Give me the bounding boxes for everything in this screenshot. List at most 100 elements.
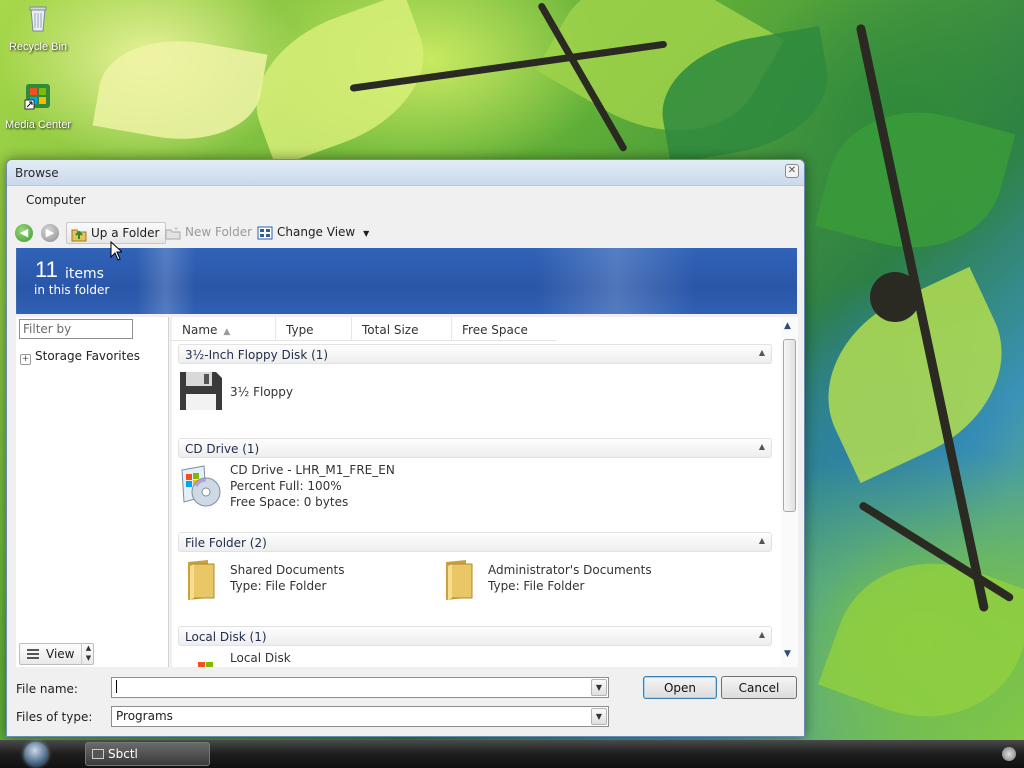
list-item-shared-documents[interactable]: Shared Documents Type: File Folder: [178, 556, 418, 604]
group-header[interactable]: Local Disk (1) ▲: [178, 626, 772, 646]
column-header-label: Total Size: [362, 323, 419, 337]
column-header-label: Name: [182, 323, 218, 337]
file-name-label: File name:: [16, 682, 78, 696]
chevron-down-icon[interactable]: ▼: [591, 708, 607, 725]
scroll-up-icon[interactable]: ▲: [784, 321, 791, 331]
list-item-local-disk[interactable]: Local Disk: [178, 650, 378, 667]
column-header-name[interactable]: Name ▲: [172, 317, 276, 341]
files-of-type-label: Files of type:: [16, 710, 93, 724]
file-name-input[interactable]: ▼: [111, 677, 609, 698]
new-folder-icon: [165, 226, 181, 240]
column-header-total-size[interactable]: Total Size: [352, 317, 452, 341]
banner-sheen: [536, 248, 696, 314]
list-item-floppy[interactable]: 3½ Floppy: [178, 368, 378, 416]
group-header[interactable]: File Folder (2) ▲: [178, 532, 772, 552]
media-center-icon: [24, 84, 50, 110]
folder-summary-banner: 11 items in this folder: [16, 248, 797, 314]
chevron-down-icon[interactable]: ▼: [591, 679, 607, 696]
expand-icon[interactable]: +: [20, 354, 31, 365]
new-folder-label: New Folder: [185, 225, 253, 239]
text-caret: [116, 680, 117, 693]
breadcrumb[interactable]: Computer: [26, 193, 86, 207]
group-header[interactable]: 3½-Inch Floppy Disk (1) ▲: [178, 344, 772, 364]
vertical-scrollbar[interactable]: ▲ ▼: [781, 317, 798, 667]
cd-drive-icon: [181, 465, 221, 507]
wallpaper-leaf: [818, 534, 1024, 746]
list-item-administrators-documents[interactable]: Administrator's Documents Type: File Fol…: [436, 556, 676, 604]
list-item-cd-drive[interactable]: CD Drive - LHR_M1_FRE_EN Percent Full: 1…: [178, 462, 478, 512]
column-header-free-space[interactable]: Free Space: [452, 317, 556, 341]
item-name: CD Drive - LHR_M1_FRE_EN: [230, 463, 395, 477]
up-a-folder-label: Up a Folder: [91, 226, 160, 240]
wallpaper-leaf: [814, 90, 1016, 270]
navigation-pane: Filter by + Storage Favorites View ▲ ▼: [16, 317, 169, 667]
folder-up-icon: [71, 229, 87, 242]
media-center-desktop-icon[interactable]: Media Center: [0, 80, 76, 131]
browse-dialog: Browse ✕ Computer ◀ ▶ Up a Folder New Fo…: [6, 159, 805, 737]
view-button[interactable]: View ▲ ▼: [19, 643, 94, 665]
view-button-label: View: [46, 647, 75, 661]
floppy-disk-icon: [180, 372, 222, 410]
collapse-icon[interactable]: ▲: [759, 630, 765, 639]
list-view-icon: [27, 649, 39, 659]
group-header[interactable]: CD Drive (1) ▲: [178, 438, 772, 458]
wallpaper-leaf: [234, 0, 446, 168]
collapse-icon[interactable]: ▲: [759, 348, 765, 357]
forward-arrow-icon[interactable]: ▶: [41, 224, 59, 242]
item-name: Shared Documents: [230, 563, 345, 577]
item-name: Administrator's Documents: [488, 563, 652, 577]
folder-icon: [446, 560, 473, 600]
folder-icon: [188, 560, 215, 600]
scroll-down-icon[interactable]: ▼: [784, 649, 791, 659]
collapse-icon[interactable]: ▲: [759, 442, 765, 451]
tray-icon[interactable]: [1002, 747, 1016, 761]
wallpaper-berry: [870, 272, 920, 322]
change-view-label: Change View: [277, 225, 356, 239]
mouse-pointer-icon: [110, 241, 122, 261]
tree-item-label: Storage Favorites: [35, 349, 140, 363]
taskbar: Sbctl: [0, 740, 1024, 768]
window-icon: [92, 749, 104, 759]
recycle-bin-desktop-icon[interactable]: Recycle Bin: [0, 2, 76, 53]
local-disk-icon: [198, 662, 213, 667]
column-header-label: Free Space: [462, 323, 528, 337]
close-icon[interactable]: ✕: [785, 164, 799, 178]
group-header-label: Local Disk (1): [185, 630, 267, 644]
group-header-label: 3½-Inch Floppy Disk (1): [185, 348, 329, 362]
item-detail: Type: File Folder: [230, 579, 327, 593]
scrollbar-thumb[interactable]: [783, 339, 796, 512]
start-button[interactable]: [10, 740, 62, 768]
taskbar-item-label: Sbctl: [108, 747, 138, 761]
dialog-titlebar[interactable]: Browse ✕: [7, 160, 804, 186]
back-arrow-icon[interactable]: ◀: [15, 224, 33, 242]
taskbar-item-sbctl[interactable]: Sbctl: [85, 742, 210, 766]
group-header-label: File Folder (2): [185, 536, 267, 550]
banner-sheen: [136, 248, 196, 314]
item-detail: Free Space: 0 bytes: [230, 495, 349, 509]
change-view-button[interactable]: Change View ▼: [253, 222, 375, 244]
cancel-button[interactable]: Cancel: [721, 676, 797, 699]
dialog-title: Browse: [15, 166, 59, 180]
wallpaper-leaf: [92, 26, 268, 154]
column-header-label: Type: [286, 323, 314, 337]
desktop-icon-label: Recycle Bin: [8, 41, 68, 53]
item-count-unit: items: [65, 266, 104, 282]
files-of-type-select[interactable]: Programs ▼: [111, 706, 609, 727]
file-list-pane: Name ▲ Type Total Size Free Space 3½-Inch…: [172, 317, 798, 667]
item-name: Local Disk: [230, 651, 291, 665]
dialog-toolbar: ◀ ▶ Up a Folder New Folder Change View ▼: [15, 221, 796, 245]
spin-arrows-icon[interactable]: ▲ ▼: [81, 643, 95, 665]
item-count: 11: [35, 257, 58, 282]
recycle-bin-icon: [29, 6, 47, 32]
open-button[interactable]: Open: [643, 676, 717, 699]
sort-ascending-icon: ▲: [223, 327, 231, 337]
new-folder-button[interactable]: New Folder: [161, 222, 258, 244]
desktop-icon-label: Media Center: [4, 119, 72, 131]
filter-input[interactable]: Filter by: [19, 319, 133, 339]
banner-subtitle: in this folder: [34, 283, 110, 297]
windows-logo-icon: [24, 742, 48, 766]
tree-item-storage-favorites[interactable]: + Storage Favorites: [20, 349, 140, 365]
item-name: 3½ Floppy: [230, 385, 293, 399]
column-header-type[interactable]: Type: [276, 317, 352, 341]
collapse-icon[interactable]: ▲: [759, 536, 765, 545]
